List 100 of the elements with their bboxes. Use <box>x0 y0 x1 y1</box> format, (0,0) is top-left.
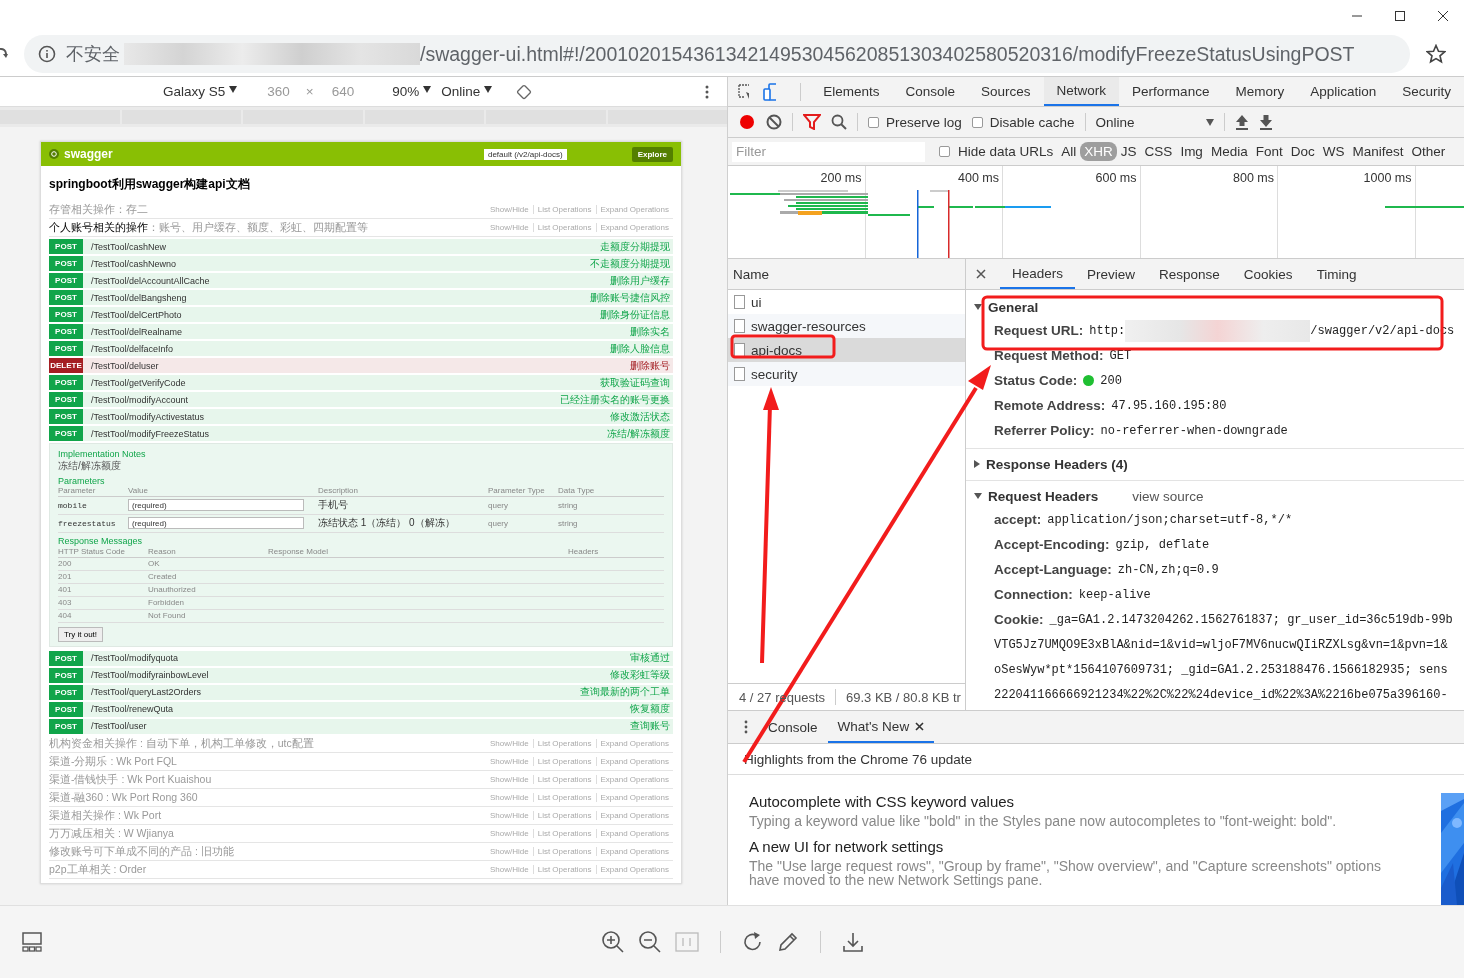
filter-field[interactable]: Filter <box>732 141 925 162</box>
more-icon[interactable] <box>705 83 709 100</box>
type-filter[interactable]: Media <box>1206 142 1252 161</box>
operation-path[interactable]: /TestTool/renewQuta <box>91 704 174 714</box>
operation-path[interactable]: /TestTool/delAccountAllCache <box>91 275 210 286</box>
checkbox[interactable] <box>939 146 950 157</box>
operation-row[interactable]: DELETE /TestTool/deluser 删除账号 <box>49 358 673 373</box>
search-icon[interactable] <box>831 114 847 130</box>
download-icon[interactable] <box>1258 114 1273 130</box>
operation-row[interactable]: POST /TestTool/modifyFreezeStatus 冻结/解冻额度 <box>49 426 673 441</box>
triangle-icon[interactable] <box>974 493 982 499</box>
throttle-select[interactable]: Online <box>1095 114 1166 130</box>
operation-row[interactable]: POST /TestTool/modifyrainbowLevel 修改彩虹等级 <box>49 667 673 683</box>
operation-row[interactable]: POST /TestTool/modifyActivestatus 修改激活状态 <box>49 409 673 424</box>
operation-row[interactable]: POST /TestTool/delBangsheng 删除账号捷信风控 <box>49 290 673 305</box>
rotate-icon[interactable] <box>741 931 764 953</box>
star-icon[interactable] <box>1426 44 1446 64</box>
pencil-icon[interactable] <box>776 931 799 953</box>
device-toggle-icon[interactable] <box>763 82 776 101</box>
operation-path[interactable]: /TestTool/delBangsheng <box>91 292 187 303</box>
checkbox-label[interactable]: Hide data URLs <box>958 144 1054 159</box>
column-header[interactable]: Name <box>728 259 965 290</box>
operation-row[interactable]: POST /TestTool/delfaceInfo 删除人脸信息 <box>49 341 673 356</box>
operation-path[interactable]: /TestTool/cashNew <box>91 241 167 252</box>
type-filter[interactable]: All <box>1057 142 1081 161</box>
type-filter[interactable]: Manifest <box>1348 142 1408 161</box>
device-select[interactable]: Galaxy S5 <box>163 84 226 99</box>
close-icon[interactable] <box>1437 10 1449 22</box>
more-icon[interactable] <box>744 720 748 734</box>
operation-path[interactable]: /TestTool/modifyrainbowLevel <box>91 670 209 680</box>
operation-path[interactable]: /TestTool/modifyAccount <box>91 394 189 405</box>
drawer-tab[interactable]: What's New <box>827 711 935 743</box>
operation-path[interactable]: /TestTool/delCertPhoto <box>91 309 182 320</box>
checkbox-label[interactable]: Disable cache <box>989 114 1075 130</box>
devtools-tab[interactable]: Network <box>1043 77 1120 106</box>
close-icon[interactable] <box>976 269 986 279</box>
operation-row[interactable]: POST /TestTool/cashNewno 不走额度分期提现 <box>49 256 673 271</box>
operation-row[interactable]: POST /TestTool/cashNew 走额度分期提现 <box>49 239 673 254</box>
type-filter[interactable]: CSS <box>1140 142 1177 161</box>
checkbox-label[interactable]: Preserve log <box>886 114 962 130</box>
request-row[interactable]: security <box>728 362 965 386</box>
record-icon[interactable] <box>738 113 756 131</box>
detail-tab[interactable]: Preview <box>1075 259 1148 289</box>
layout-icon[interactable] <box>22 932 42 952</box>
operation-path[interactable]: /TestTool/getVerifyCode <box>91 377 186 388</box>
rotate-icon[interactable] <box>516 83 533 100</box>
zoom-in-icon[interactable] <box>600 930 625 954</box>
group-title[interactable]: 个人账号相关的操作：账号、用户缓存、额度、彩虹、四期配置等 <box>49 220 368 235</box>
detail-tab[interactable]: Response <box>1147 259 1232 289</box>
operation-path[interactable]: /TestTool/modifyFreezeStatus <box>91 428 210 439</box>
triangle-icon[interactable] <box>974 460 980 468</box>
type-filter[interactable]: Other <box>1407 142 1450 161</box>
devtools-tab[interactable]: Elements <box>810 77 893 106</box>
detail-tab[interactable]: Timing <box>1304 259 1369 289</box>
inspect-icon[interactable] <box>738 83 750 100</box>
operation-row[interactable]: POST /TestTool/delAccountAllCache 删除用户缓存 <box>49 273 673 288</box>
type-filter[interactable]: Img <box>1176 142 1207 161</box>
devtools-tab[interactable]: Sources <box>968 77 1044 106</box>
throttle-select[interactable]: Online <box>441 84 481 99</box>
filter-icon[interactable] <box>803 114 821 130</box>
operation-path[interactable]: /TestTool/queryLast2Orders <box>91 687 202 697</box>
operation-path[interactable]: /TestTool/delRealname <box>91 326 183 337</box>
triangle-icon[interactable] <box>974 304 982 310</box>
operation-path[interactable]: /TestTool/modifyquota <box>91 653 179 663</box>
operation-row[interactable]: POST /TestTool/user 查询账号 <box>49 718 673 734</box>
operation-row[interactable]: POST /TestTool/delRealname 删除实名 <box>49 324 673 339</box>
devtools-tab[interactable]: Security <box>1389 77 1464 106</box>
type-filter[interactable]: JS <box>1116 142 1141 161</box>
view-source-link[interactable]: view source <box>1132 488 1204 504</box>
checkbox[interactable] <box>971 116 983 128</box>
zoom-select[interactable]: 90% <box>392 84 420 99</box>
request-row[interactable]: api-docs <box>728 338 965 362</box>
section-title[interactable]: Response Headers (4) <box>986 456 1128 472</box>
operation-path[interactable]: /TestTool/modifyActivestatus <box>91 411 205 422</box>
info-icon[interactable] <box>38 45 56 63</box>
type-filter[interactable]: Font <box>1251 142 1287 161</box>
devtools-tab[interactable]: Console <box>892 77 969 106</box>
parameter-input[interactable]: (required) <box>128 499 304 511</box>
drawer-tab[interactable]: Console <box>758 711 828 743</box>
devtools-tab[interactable]: Application <box>1297 77 1390 106</box>
api-select[interactable]: default (/v2/api-docs) <box>483 148 567 160</box>
operation-row[interactable]: POST /TestTool/delCertPhoto 删除身份证信息 <box>49 307 673 322</box>
detail-tab[interactable]: Cookies <box>1231 259 1305 289</box>
maximize-icon[interactable] <box>1394 10 1406 22</box>
type-filter[interactable]: WS <box>1318 142 1349 161</box>
detail-tab[interactable]: Headers <box>1000 259 1076 289</box>
request-row[interactable]: swagger-resources <box>728 314 965 338</box>
section-title[interactable]: Request Headers <box>988 488 1099 504</box>
type-filter[interactable]: Doc <box>1286 142 1319 161</box>
feature-title[interactable]: A new UI for network settings <box>749 838 1441 855</box>
clear-icon[interactable] <box>766 114 782 130</box>
devtools-tab[interactable]: Performance <box>1119 77 1223 106</box>
section-title[interactable]: General <box>988 299 1039 315</box>
explore-button[interactable]: Explore <box>631 146 673 162</box>
feature-title[interactable]: Autocomplete with CSS keyword values <box>749 793 1441 810</box>
address-bar[interactable]: 不安全 /swagger-ui.html#!/200102015436134214953045620851303402580520316/modifyFreezeStatusUsingPOST <box>24 35 1410 73</box>
operation-row[interactable]: POST /TestTool/getVerifyCode 获取验证码查询 <box>49 375 673 390</box>
operation-row[interactable]: POST /TestTool/queryLast2Orders 查询最新的两个工单 <box>49 684 673 700</box>
try-button[interactable]: Try it out! <box>58 626 104 642</box>
download-icon[interactable] <box>841 931 864 953</box>
